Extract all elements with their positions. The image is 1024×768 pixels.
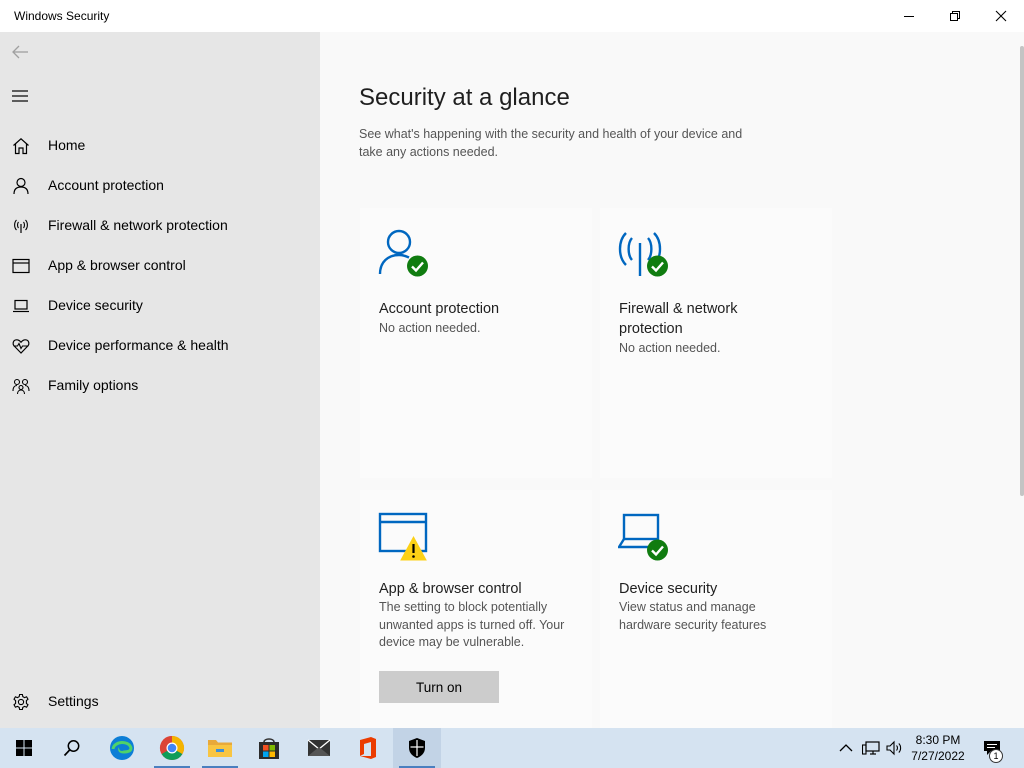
- notification-count-badge: 1: [989, 749, 1003, 763]
- start-button[interactable]: [0, 728, 48, 768]
- turn-on-button[interactable]: Turn on: [379, 671, 499, 703]
- scrollbar[interactable]: [1020, 46, 1024, 496]
- close-button[interactable]: [978, 0, 1024, 32]
- search-icon: [63, 740, 80, 757]
- page-title: Security at a glance: [359, 84, 570, 111]
- card-status: No action needed.: [619, 341, 721, 355]
- restore-icon: [950, 11, 960, 21]
- window-title: Windows Security: [14, 9, 110, 23]
- restore-button[interactable]: [932, 0, 978, 32]
- family-icon: [12, 378, 30, 395]
- clock-date: 7/27/2022: [911, 749, 965, 763]
- search-button[interactable]: [48, 728, 96, 768]
- card-status: The setting to block potentially unwante…: [379, 600, 565, 649]
- network-icon: [862, 741, 880, 755]
- sidebar-settings-label: Settings: [48, 693, 99, 709]
- file-explorer-icon: [208, 740, 232, 757]
- card-firewall[interactable]: Firewall & network protection No action …: [600, 208, 832, 478]
- sidebar-item-label: Family options: [48, 377, 139, 393]
- gear-icon: [13, 693, 29, 711]
- windows-security-icon: [409, 738, 425, 758]
- sidebar-item-label: Device performance & health: [48, 337, 229, 353]
- office-icon: [360, 737, 376, 759]
- microsoft-store-icon: [259, 738, 279, 759]
- person-icon: [13, 177, 29, 195]
- taskbar-microsoft-store[interactable]: [245, 728, 293, 768]
- sidebar-item-account-protection[interactable]: Account protection: [0, 165, 320, 205]
- taskbar-file-explorer[interactable]: [196, 728, 244, 768]
- start-icon: [16, 740, 32, 756]
- close-icon: [995, 10, 1007, 22]
- antenna-check-icon: [618, 232, 668, 277]
- taskbar: 8:30 PM 7/27/2022 1: [0, 728, 1024, 768]
- card-title: Account protection: [379, 301, 500, 317]
- mail-icon: [307, 739, 331, 756]
- clock-time: 8:30 PM: [915, 733, 961, 747]
- show-hidden-icons-button[interactable]: [836, 738, 856, 758]
- sidebar-item-label: Home: [48, 137, 86, 153]
- edge-icon: [110, 736, 134, 760]
- sidebar-item-settings[interactable]: Settings: [0, 681, 320, 721]
- back-button[interactable]: [10, 42, 30, 62]
- sidebar-item-firewall[interactable]: Firewall & network protection: [0, 205, 320, 245]
- back-arrow-icon: [12, 45, 28, 59]
- home-icon: [13, 137, 29, 155]
- chrome-icon: [159, 736, 185, 761]
- card-title: Firewall & network protection: [619, 301, 738, 337]
- card-account-protection[interactable]: Account protection No action needed.: [360, 208, 592, 478]
- card-title: App & browser control: [379, 581, 522, 597]
- browser-warning-icon: [378, 512, 428, 561]
- card-status: View status and manage hardware security…: [619, 600, 767, 632]
- heart-icon: [12, 339, 30, 354]
- taskbar-edge[interactable]: [98, 728, 146, 768]
- taskbar-windows-security[interactable]: [393, 728, 441, 768]
- network-tray-button[interactable]: [861, 738, 881, 758]
- card-title: Device security: [619, 581, 718, 597]
- sidebar-item-home[interactable]: Home: [0, 125, 320, 165]
- page-subtitle: See what's happening with the security a…: [359, 127, 743, 159]
- card-app-browser-control[interactable]: App & browser control The setting to blo…: [360, 490, 592, 728]
- card-device-security[interactable]: Device security View status and manage h…: [600, 490, 832, 728]
- clock[interactable]: 8:30 PM 7/27/2022: [905, 732, 971, 764]
- laptop-check-icon: [618, 513, 668, 561]
- sidebar-item-label: Account protection: [48, 177, 164, 193]
- hamburger-icon: [12, 90, 28, 102]
- minimize-button[interactable]: [886, 0, 932, 32]
- browser-window-icon: [12, 258, 30, 274]
- sidebar-item-app-browser[interactable]: App & browser control: [0, 245, 320, 285]
- sidebar-item-label: Firewall & network protection: [48, 217, 228, 233]
- sidebar-item-label: App & browser control: [48, 257, 186, 273]
- taskbar-mail[interactable]: [295, 728, 343, 768]
- laptop-icon: [13, 299, 29, 313]
- sidebar-item-family-options[interactable]: Family options: [0, 365, 320, 405]
- hamburger-menu-button[interactable]: [10, 86, 30, 106]
- card-status: No action needed.: [379, 321, 481, 335]
- taskbar-chrome[interactable]: [148, 728, 196, 768]
- sidebar-item-device-security[interactable]: Device security: [0, 285, 320, 325]
- speaker-icon: [886, 740, 902, 756]
- chevron-up-icon: [839, 744, 853, 752]
- taskbar-office[interactable]: [344, 728, 392, 768]
- person-check-icon: [378, 229, 428, 277]
- main-content: Security at a glance See what's happenin…: [320, 32, 1024, 728]
- minimize-icon: [904, 16, 914, 17]
- antenna-icon: [14, 219, 28, 233]
- sidebar-item-device-performance[interactable]: Device performance & health: [0, 325, 320, 365]
- sidebar-item-label: Device security: [48, 297, 143, 313]
- title-bar: Windows Security: [0, 0, 1024, 32]
- volume-tray-button[interactable]: [885, 738, 905, 758]
- sidebar: Home Account protection Firewall & netwo…: [0, 32, 320, 728]
